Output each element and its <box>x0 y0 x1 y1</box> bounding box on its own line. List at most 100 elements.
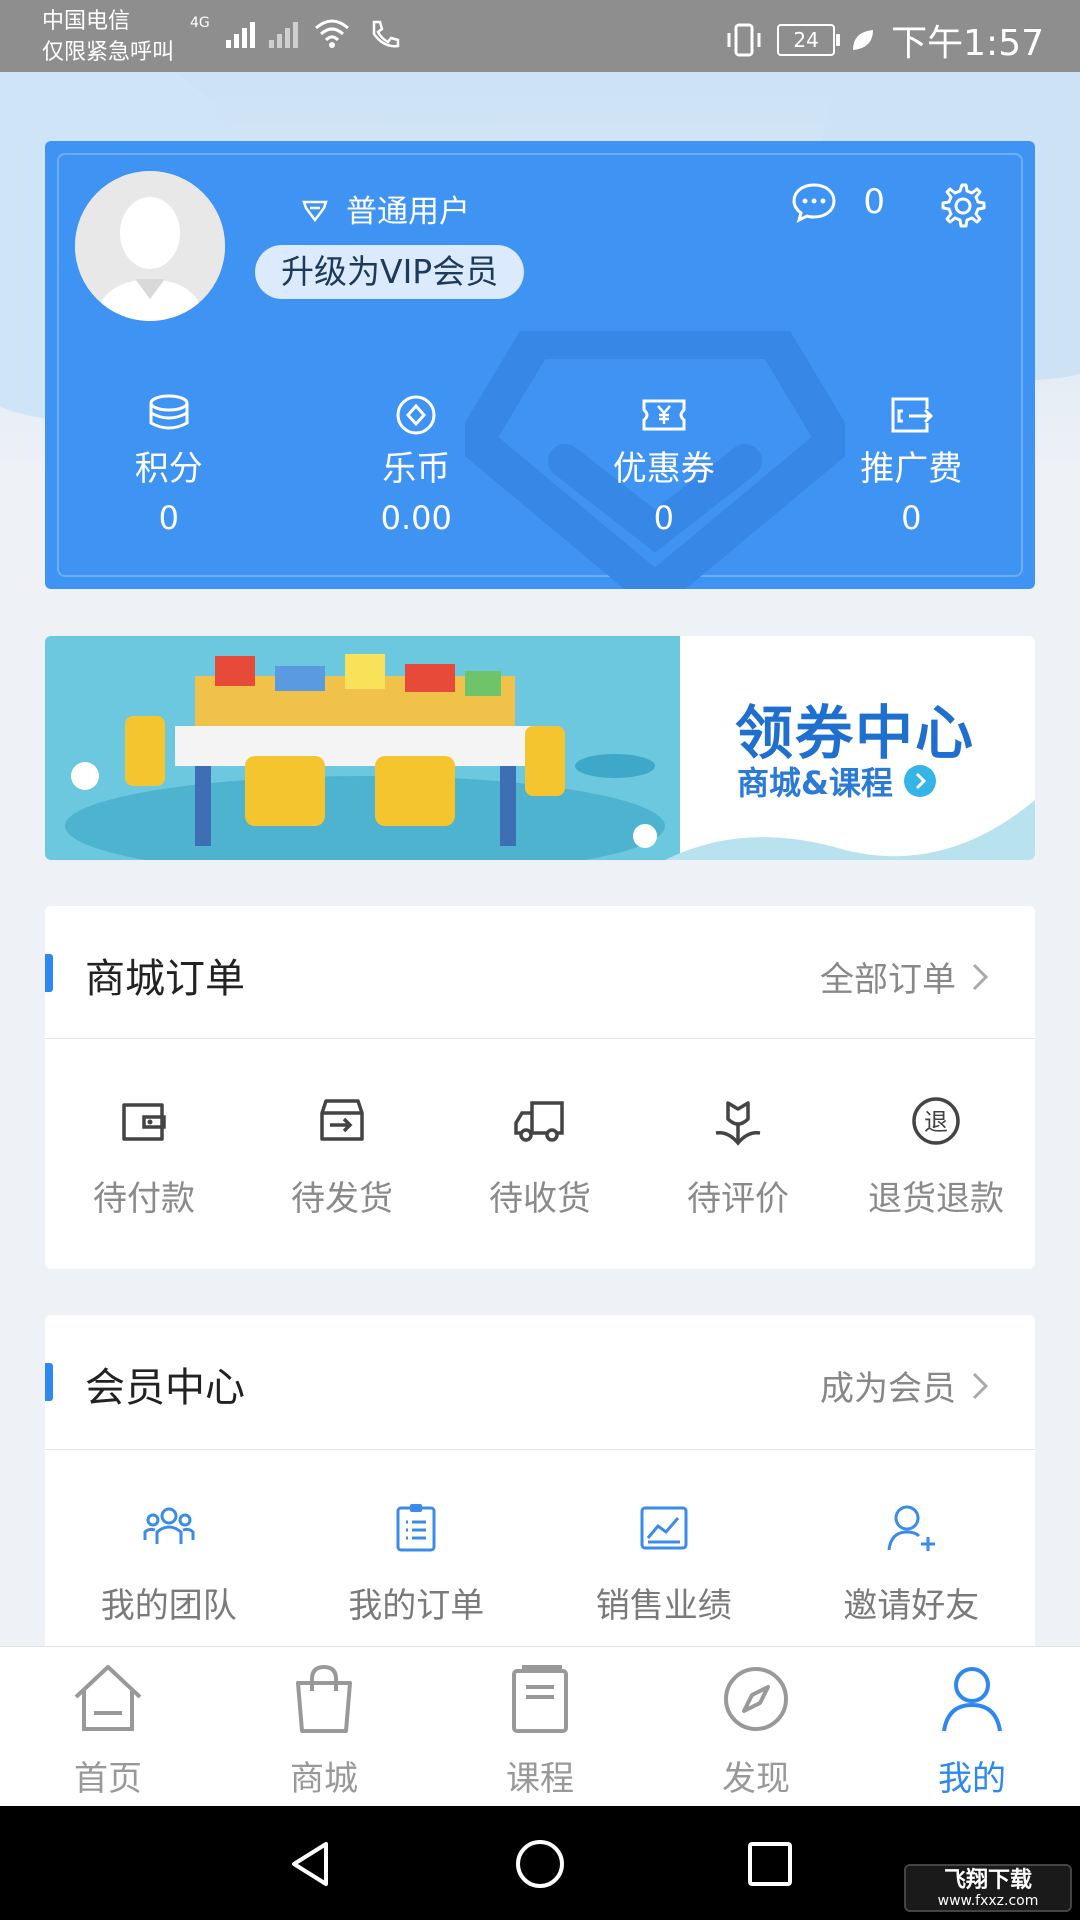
no-signal-icon <box>268 18 298 48</box>
wifi-icon <box>314 19 349 48</box>
stat-label: 推广费 <box>860 449 963 489</box>
member-my-team[interactable]: 我的团队 <box>45 1450 293 1627</box>
chevron-right-icon <box>972 1372 989 1399</box>
coins-icon <box>149 394 189 430</box>
clock: 下午1:57 <box>891 23 1044 64</box>
nav-discover[interactable]: 发现 <box>648 1647 864 1807</box>
emergency-only: 仅限紧急呼叫 <box>42 40 175 65</box>
flower-icon <box>715 1101 761 1146</box>
book-icon <box>512 1665 568 1733</box>
section-header: 商城订单 全部订单 <box>45 906 1035 1039</box>
promotion-fee-icon <box>891 397 934 433</box>
vibrate-icon <box>727 23 761 57</box>
member-item-label: 我的订单 <box>348 1586 485 1626</box>
messages-button[interactable]: 0 <box>791 181 885 223</box>
member-item-label: 邀请好友 <box>843 1586 980 1626</box>
coupon-center-banner[interactable]: 领券中心 商城&课程 <box>45 636 1035 860</box>
chart-icon <box>640 1506 688 1550</box>
home-circle-icon[interactable] <box>512 1836 568 1892</box>
svg-text:退: 退 <box>924 1108 948 1136</box>
stat-promotion-fee[interactable]: 推广费 0 <box>788 391 1036 545</box>
bottom-navigation: 首页 商城 课程 发现 我的 <box>0 1646 1080 1807</box>
order-item-label: 待发货 <box>291 1179 393 1219</box>
refund-icon: 退 <box>912 1097 960 1145</box>
order-pending-review[interactable]: 待评价 <box>639 1039 837 1220</box>
nav-mall[interactable]: 商城 <box>216 1647 432 1807</box>
home-icon <box>74 1665 142 1731</box>
user-profile-card: 普通用户 升级为VIP会员 0 积分 0 乐币 0.00 优惠券 0 推广费 0 <box>45 141 1035 589</box>
order-pending-payment[interactable]: 待付款 <box>45 1039 243 1220</box>
user-level: 普通用户 <box>300 186 470 231</box>
arrow-circle-icon <box>903 765 936 797</box>
all-orders-link[interactable]: 全部订单 <box>820 952 990 1001</box>
settings-gear-icon[interactable] <box>937 181 987 231</box>
shipping-box-icon <box>320 1099 364 1141</box>
member-sales-performance[interactable]: 销售业绩 <box>540 1450 788 1627</box>
banner-subtitle: 商城&课程 <box>737 758 937 804</box>
back-icon[interactable] <box>282 1836 338 1892</box>
site-watermark: 飞翔下载 www.fxxz.com <box>904 1864 1072 1912</box>
signal-icon <box>225 18 255 48</box>
nav-label: 课程 <box>506 1759 574 1799</box>
stat-value: 0.00 <box>380 499 452 537</box>
watermark-url: www.fxxz.com <box>937 1893 1039 1909</box>
section-title: 会员中心 <box>85 1365 245 1411</box>
chevron-right-icon <box>972 963 989 990</box>
stat-label: 优惠券 <box>612 449 715 489</box>
diamond-icon <box>302 200 328 222</box>
order-pending-receipt[interactable]: 待收货 <box>441 1039 639 1220</box>
user-stats: 积分 0 乐币 0.00 优惠券 0 推广费 0 <box>45 391 1035 545</box>
stat-points[interactable]: 积分 0 <box>45 391 293 545</box>
upgrade-vip-button[interactable]: 升级为VIP会员 <box>255 245 525 299</box>
shopping-bag-icon <box>296 1664 352 1733</box>
avatar[interactable] <box>75 171 225 321</box>
watermark-text: 飞翔下载 <box>943 1868 1032 1893</box>
nav-label: 我的 <box>938 1759 1006 1799</box>
stat-coupons[interactable]: 优惠券 0 <box>540 391 788 545</box>
order-item-label: 待付款 <box>93 1179 195 1219</box>
member-my-orders[interactable]: 我的订单 <box>293 1450 541 1627</box>
message-count: 0 <box>863 182 885 222</box>
order-item-label: 待收货 <box>489 1179 591 1219</box>
order-pending-shipment[interactable]: 待发货 <box>243 1039 441 1220</box>
order-refund[interactable]: 退 退货退款 <box>837 1039 1035 1220</box>
carrier-info: 中国电信 仅限紧急呼叫 <box>42 6 174 68</box>
nav-label: 发现 <box>722 1759 790 1799</box>
clipboard-icon <box>396 1504 436 1552</box>
nav-home[interactable]: 首页 <box>0 1647 216 1807</box>
member-item-label: 销售业绩 <box>595 1586 732 1626</box>
user-icon <box>942 1667 1002 1732</box>
recents-icon[interactable] <box>742 1836 798 1892</box>
stat-value: 0 <box>158 499 179 537</box>
leaf-icon <box>853 30 874 50</box>
member-item-label: 我的团队 <box>100 1586 237 1626</box>
become-member-label: 成为会员 <box>820 1369 956 1409</box>
coin-icon <box>396 395 436 435</box>
stat-label: 乐币 <box>382 449 451 489</box>
nav-label: 首页 <box>74 1759 142 1799</box>
battery-icon: 24 <box>777 24 841 56</box>
all-orders-label: 全部订单 <box>820 960 956 1000</box>
stat-lebi[interactable]: 乐币 0.00 <box>293 391 541 545</box>
nav-courses[interactable]: 课程 <box>432 1647 648 1807</box>
member-center-section: 会员中心 成为会员 我的团队 我的订单 销售业绩 邀请好友 <box>45 1315 1035 1660</box>
stat-label: 积分 <box>134 449 203 489</box>
section-title: 商城订单 <box>85 956 245 1002</box>
message-icon <box>792 183 836 223</box>
status-bar: 中国电信 仅限紧急呼叫 4G 24 下午1:57 <box>0 0 1080 72</box>
order-item-label: 待评价 <box>687 1179 789 1219</box>
carrier-name: 中国电信 <box>42 9 131 34</box>
system-navigation-bar: 飞翔下载 www.fxxz.com <box>0 1806 1080 1920</box>
user-level-label: 普通用户 <box>346 194 470 230</box>
section-header: 会员中心 成为会员 <box>45 1315 1035 1450</box>
truck-icon <box>514 1101 564 1142</box>
order-item-label: 退货退款 <box>868 1179 1004 1219</box>
add-user-icon <box>887 1505 936 1551</box>
stat-value: 0 <box>901 499 922 537</box>
lego-table-banner-image <box>45 636 680 860</box>
member-invite-friends[interactable]: 邀请好友 <box>788 1450 1036 1627</box>
call-icon <box>372 20 400 48</box>
stat-value: 0 <box>653 499 674 537</box>
nav-mine[interactable]: 我的 <box>864 1647 1080 1807</box>
become-member-link[interactable]: 成为会员 <box>820 1361 990 1410</box>
